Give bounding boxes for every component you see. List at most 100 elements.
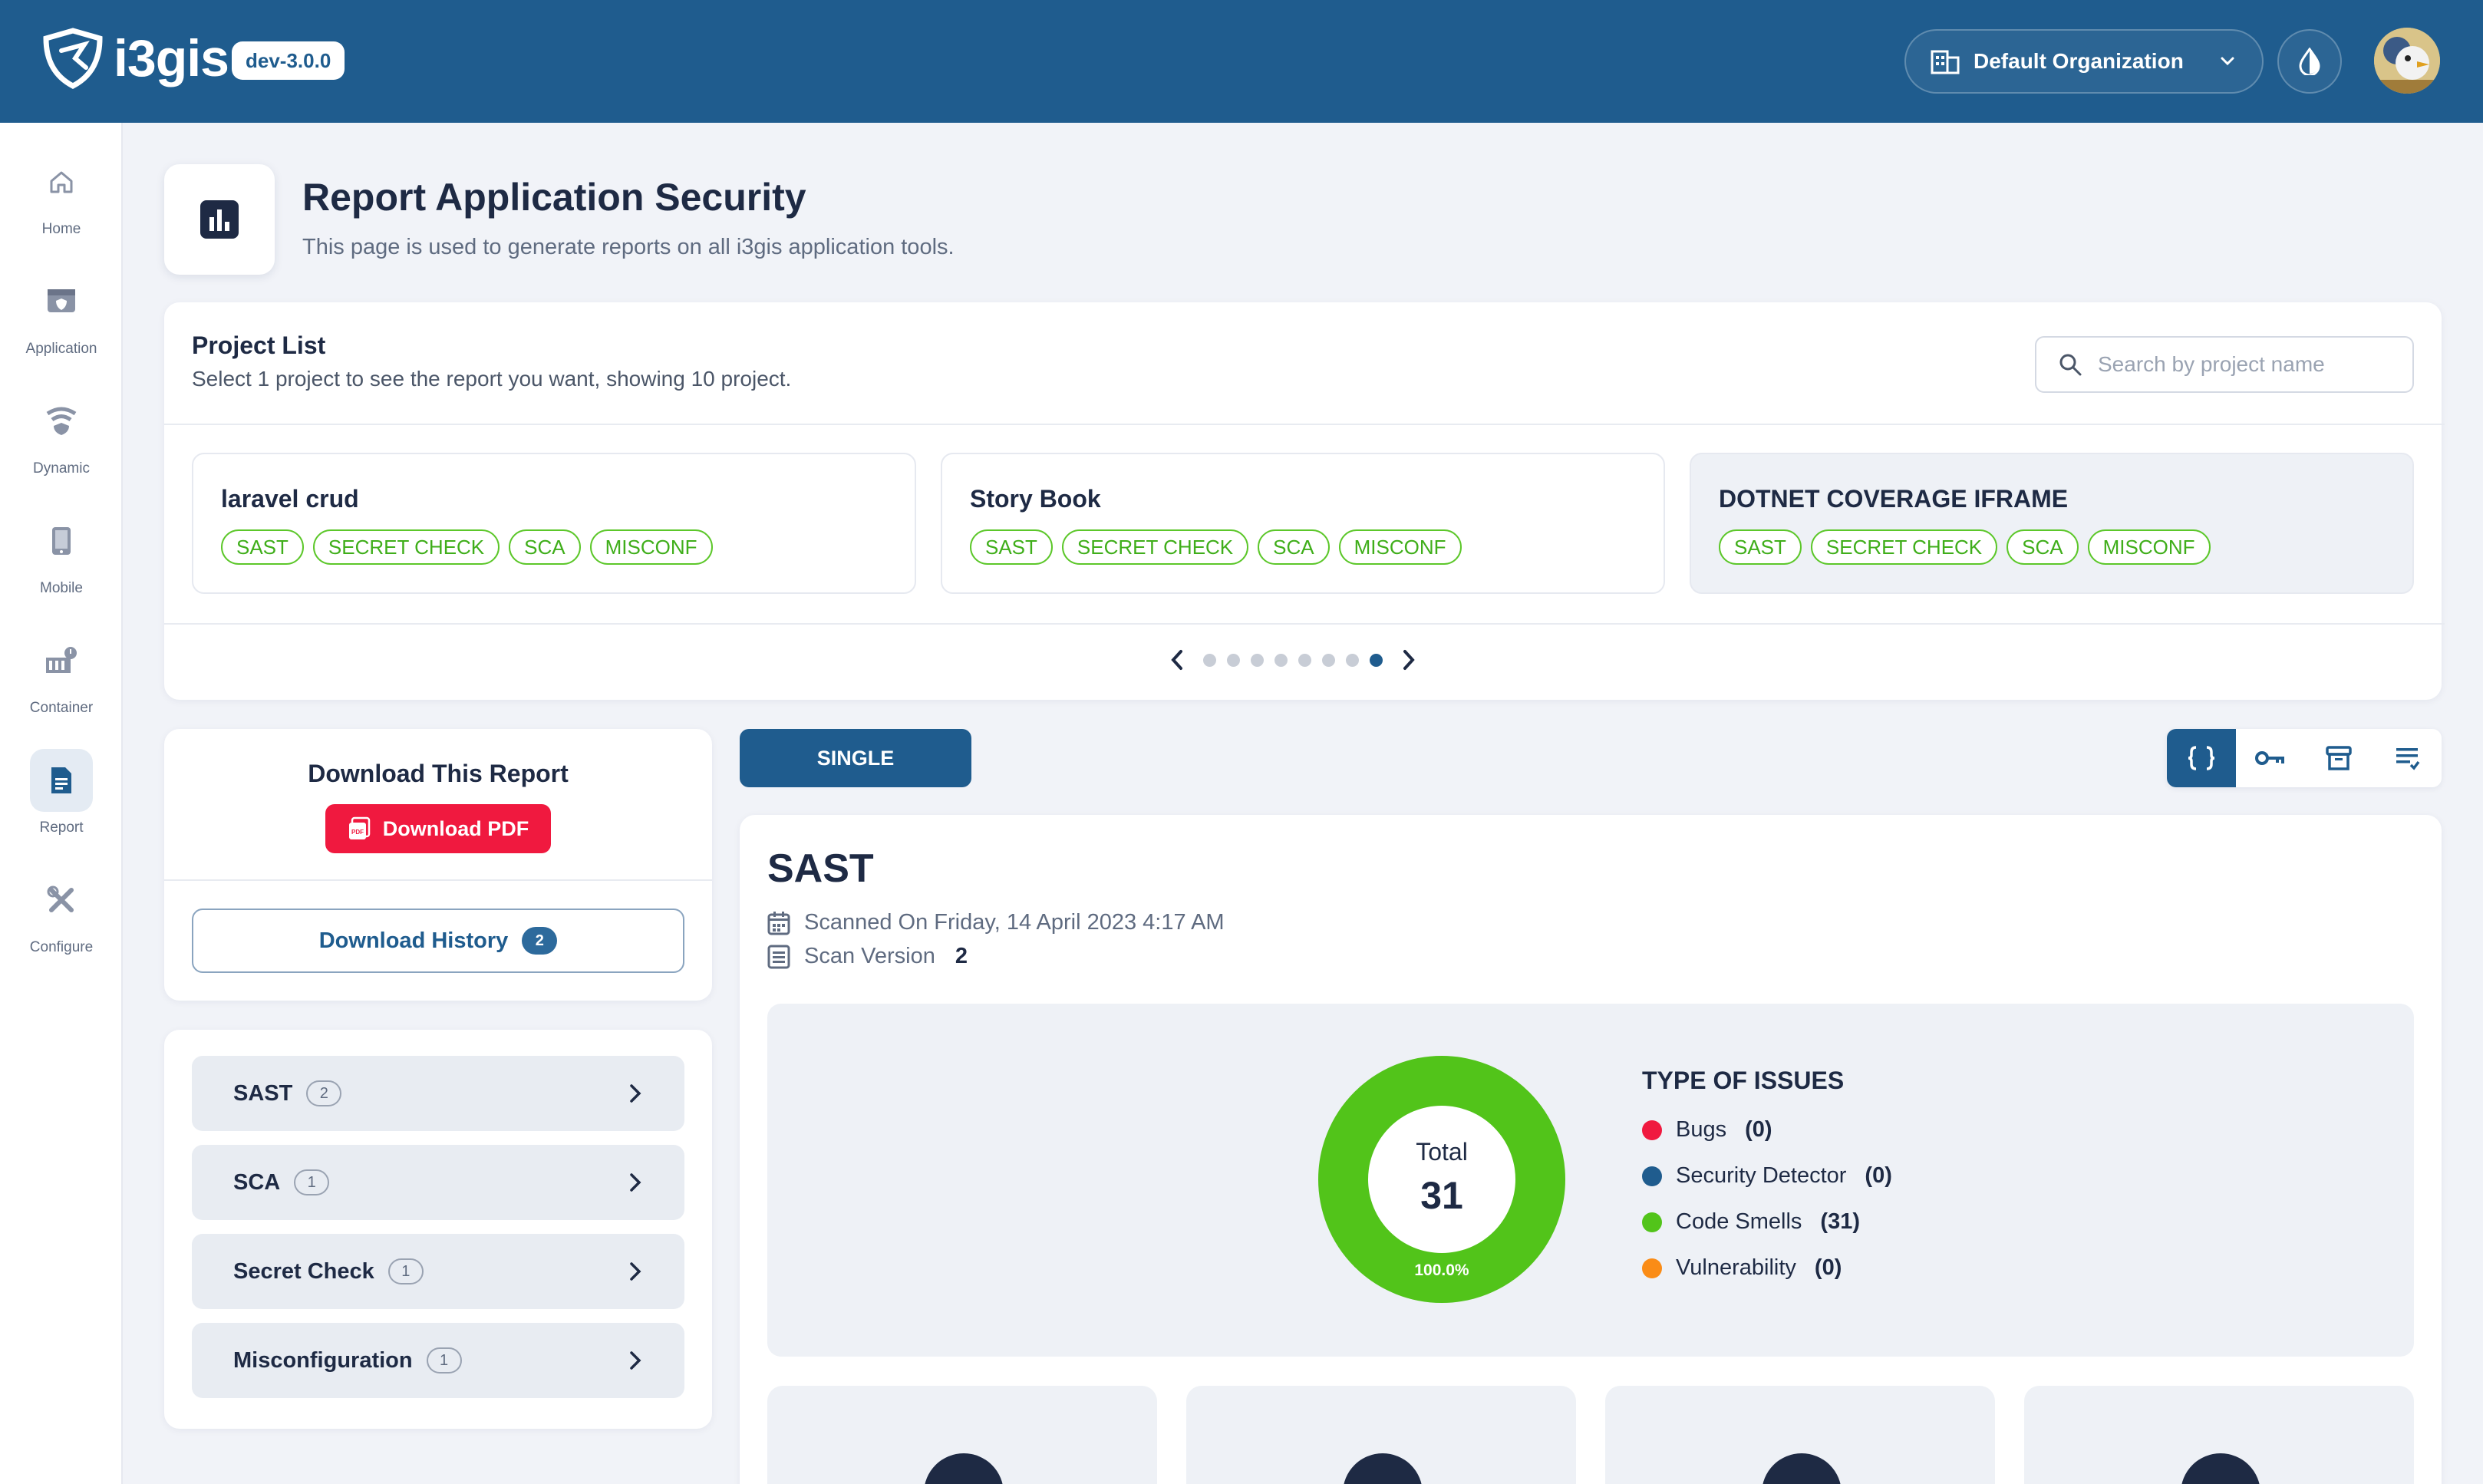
chevron-right-icon [630,1173,641,1192]
building-icon [1931,50,1960,74]
download-pdf-button[interactable]: PDF Download PDF [325,804,551,853]
sidebar-item-dynamic[interactable]: Dynamic [0,379,123,479]
search-box[interactable] [2035,336,2414,393]
tag-secret-check: SECRET CHECK [312,529,500,565]
sidebar-item-label: Report [39,819,84,836]
tool-count-badge: 1 [426,1347,462,1374]
tag-secret-check: SECRET CHECK [1061,529,1249,565]
metric-icon-circle [1762,1453,1842,1484]
project-name: laravel crud [221,485,359,513]
theme-toggle-button[interactable] [2277,29,2342,94]
project-list-title: Project List [192,331,326,359]
prev-page-button[interactable] [1162,645,1192,675]
tag-sca: SCA [509,529,581,565]
legend-dot [1642,1258,1662,1278]
page-dots [1203,653,1383,667]
tool-label: Misconfiguration [233,1347,413,1373]
page-title: Report Application Security [302,176,806,219]
page-dot[interactable] [1274,653,1288,667]
page-dot[interactable] [1370,653,1383,667]
page-dot[interactable] [1322,653,1335,667]
sidebar-item-application[interactable]: Application [0,259,123,359]
svg-text:PDF: PDF [351,829,364,836]
legend-item-vulnerability: Vulnerability (0) [1642,1255,1842,1281]
tool-item-sca[interactable]: SCA 1 [192,1145,684,1220]
download-history-button[interactable]: Download History 2 [192,909,684,973]
tool-item-secret-check[interactable]: Secret Check 1 [192,1234,684,1309]
legend-value: (31) [1820,1209,1860,1234]
user-avatar[interactable] [2374,28,2440,94]
search-input[interactable] [2098,352,2389,377]
project-name: DOTNET COVERAGE IFRAME [1719,485,2069,513]
tool-item-misconfiguration[interactable]: Misconfiguration 1 [192,1323,684,1398]
top-bar: i3gis dev-3.0.0 Default Organization [0,0,2483,123]
scan-date-row: Scanned On Friday, 14 April 2023 4:17 AM [767,910,1225,935]
report-icon [30,749,93,812]
code-braces-icon [2188,746,2214,770]
tool-item-sast[interactable]: SAST 2 [192,1056,684,1131]
bar-chart-icon [200,200,239,239]
logo-text: i3gis [114,29,229,87]
chevron-right-icon [1403,650,1415,670]
sidebar-item-container[interactable]: Container [0,618,123,718]
organization-select[interactable]: Default Organization [1904,29,2264,94]
tag-secret-check: SECRET CHECK [1810,529,1998,565]
issues-donut-chart: Total 31 100.0% [1318,1056,1565,1303]
toggle-list-button[interactable] [2373,729,2442,787]
tools-icon [30,869,93,932]
organization-name: Default Organization [1974,49,2184,73]
sidebar-item-label: Mobile [40,580,83,596]
project-list-card: Project List Select 1 project to see the… [164,302,2445,700]
sidebar-item-label: Configure [29,939,94,955]
tool-count-badge: 2 [306,1080,342,1106]
project-list-subtitle: Select 1 project to see the report you w… [192,367,792,391]
toggle-key-button[interactable] [2236,729,2305,787]
project-tags: SAST SECRET CHECK SCA MISCONF [1719,529,2211,565]
donut-center-label: Total [1416,1138,1468,1166]
legend-value: (0) [1814,1255,1842,1280]
toggle-code-button[interactable] [2167,729,2236,787]
sidebar-item-configure[interactable]: Configure [0,858,123,958]
tag-sast: SAST [221,529,304,565]
report-title: SAST [767,846,874,891]
download-card: Download This Report PDF Download PDF Do… [164,729,712,1001]
page-dot[interactable] [1298,653,1311,667]
tag-misconf: MISCONF [2087,529,2211,565]
shield-logo-icon [43,28,103,89]
report-card: SAST Scanned On Friday, 14 April 2023 4:… [740,815,2442,1484]
contrast-drop-icon [2299,48,2320,75]
project-tags: SAST SECRET CHECK SCA MISCONF [970,529,1462,565]
page-dot[interactable] [1203,653,1216,667]
scan-date: Scanned On Friday, 14 April 2023 4:17 AM [804,910,1225,935]
tag-sca: SCA [1258,529,1330,565]
sidebar-item-mobile[interactable]: Mobile [0,499,123,599]
legend-label: Security Detector [1676,1163,1847,1188]
wifi-shield-icon [30,390,93,453]
single-mode-button[interactable]: SINGLE [740,729,971,787]
tag-sast: SAST [1719,529,1802,565]
project-tags: SAST SECRET CHECK SCA MISCONF [221,529,713,565]
project-card[interactable]: laravel crud SAST SECRET CHECK SCA MISCO… [192,453,916,594]
donut-percent-label: 100.0% [1414,1261,1469,1279]
page-icon [164,164,275,275]
logo[interactable]: i3gis [40,28,229,89]
next-page-button[interactable] [1393,645,1424,675]
legend-label: Bugs [1676,1117,1727,1142]
page-dot[interactable] [1251,653,1264,667]
divider [164,424,2445,425]
tag-misconf: MISCONF [1338,529,1462,565]
page-subtitle: This page is used to generate reports on… [302,235,955,259]
page-dot[interactable] [1346,653,1359,667]
tag-sast: SAST [970,529,1053,565]
application-icon [30,270,93,333]
toggle-archive-button[interactable] [2304,729,2373,787]
metric-card [767,1386,1157,1484]
project-card[interactable]: Story Book SAST SECRET CHECK SCA MISCONF [941,453,1665,594]
legend-label: Code Smells [1676,1209,1802,1234]
sidebar-item-report[interactable]: Report [0,738,123,838]
scan-version-label: Scan Version [804,944,935,968]
page-dot[interactable] [1227,653,1240,667]
project-card-selected[interactable]: DOTNET COVERAGE IFRAME SAST SECRET CHECK… [1690,453,2414,594]
metric-icon-circle [924,1453,1004,1484]
sidebar-item-home[interactable]: Home [0,140,123,239]
